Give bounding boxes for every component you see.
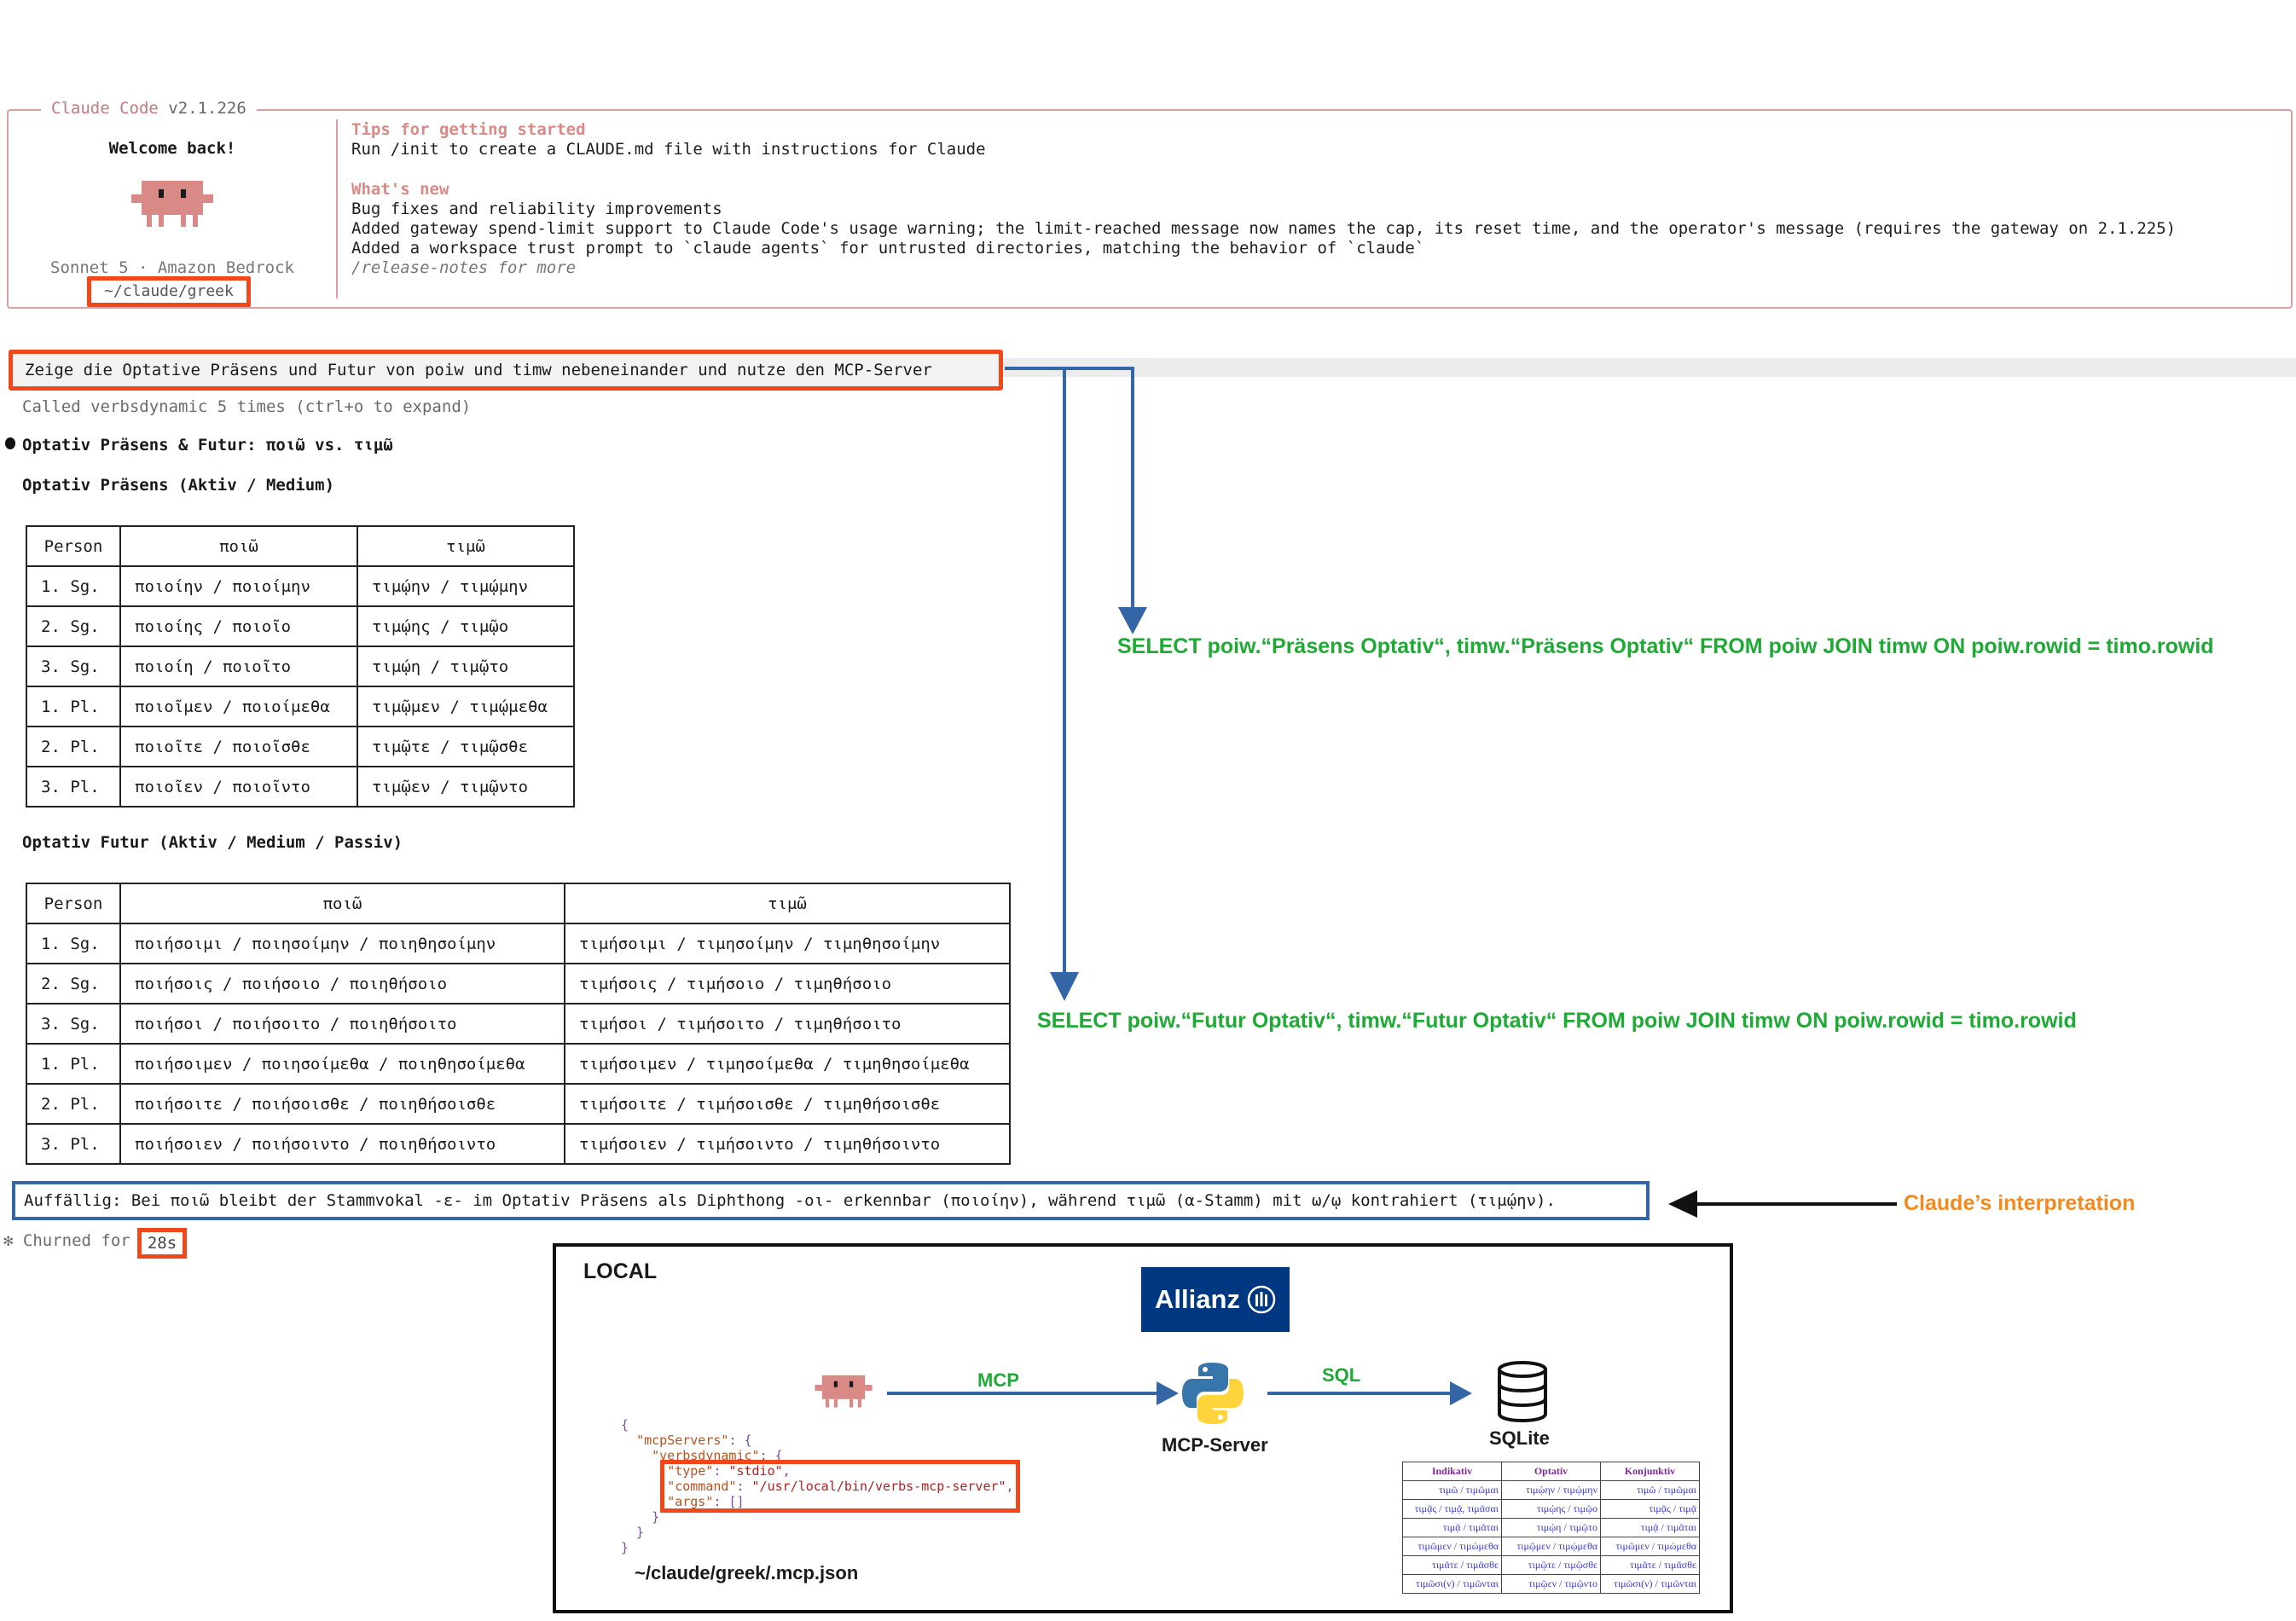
column-header: Indikativ: [1402, 1462, 1502, 1481]
claude-mascot-icon: [815, 1375, 873, 1408]
table-cell: τιμᾷς / τιμᾷ: [1600, 1499, 1700, 1519]
interpretation-label: Claude’s interpretation: [1904, 1191, 2136, 1215]
column-header: Optativ: [1501, 1462, 1601, 1481]
table-row: τιμῶ / τιμῶμαι τιμῴην / τιμῴμην τιμῶ / τιμ…: [1402, 1480, 1700, 1500]
sqlite-preview-table: Indikativ Optativ Konjunktiv τιμῶ / τιμῶ…: [1402, 1462, 1700, 1594]
interpretation-arrow: [1668, 1190, 1897, 1218]
allianz-wordmark: Allianz: [1155, 1284, 1240, 1314]
table-cell: τιμῴην / τιμῴμην: [1501, 1480, 1601, 1500]
table-row: τιμῶσι(ν) / τιμῶνται τιμῷεν / τιμῷντο τιμῶ…: [1402, 1574, 1700, 1594]
column-header: Konjunktiv: [1600, 1462, 1700, 1481]
sql-query-futur: SELECT poiw.“Futur Optativ“, timw.“Futur…: [1037, 1009, 2077, 1033]
table-header-row: Indikativ Optativ Konjunktiv: [1402, 1462, 1700, 1481]
table-cell: τιμᾷς / τιμᾷ, τιμᾶσαι: [1402, 1499, 1502, 1519]
json-highlight: [660, 1460, 1020, 1513]
diagram-title: LOCAL: [583, 1259, 658, 1283]
table-cell: τιμῷτε / τιμῷσθε: [1501, 1555, 1601, 1575]
sql-arrow-praesens: [1005, 367, 1147, 634]
allianz-eagle-icon: [1247, 1285, 1276, 1314]
table-cell: τιμᾶτε / τιμᾶσθε: [1600, 1555, 1700, 1575]
table-cell: τιμῴη / τιμῷτο: [1501, 1518, 1601, 1537]
table-cell: τιμῷεν / τιμῷντο: [1501, 1574, 1601, 1594]
database-icon: [1498, 1361, 1547, 1422]
sql-query-praesens: SELECT poiw.“Präsens Optativ“, timw.“Prä…: [1117, 634, 2214, 658]
sql-label: SQL: [1322, 1364, 1361, 1386]
allianz-logo: Allianz: [1141, 1267, 1290, 1332]
table-cell: τιμῶσι(ν) / τιμῶνται: [1402, 1574, 1502, 1594]
table-row: τιμᾶτε / τιμᾶσθε τιμῷτε / τιμῷσθε τιμᾶτε /…: [1402, 1555, 1700, 1575]
mcp-arrow: [887, 1381, 1179, 1405]
sqlite-label: SQLite: [1489, 1427, 1550, 1449]
table-cell: τιμῴης / τιμῷο: [1501, 1499, 1601, 1519]
table-cell: τιμῶμεν / τιμώμεθα: [1402, 1537, 1502, 1556]
sql-arrow-futur: [1005, 367, 1079, 1001]
table-row: τιμῶμεν / τιμώμεθα τιμῷμεν / τιμῴμεθα τιμῶ…: [1402, 1537, 1700, 1556]
table-cell: τιμῶσι(ν) / τιμῶνται: [1600, 1574, 1700, 1594]
table-cell: τιμᾷ / τιμᾶται: [1600, 1518, 1700, 1537]
table-cell: τιμῶ / τιμῶμαι: [1600, 1480, 1700, 1500]
mcp-label: MCP: [977, 1369, 1019, 1391]
table-row: τιμᾷς / τιμᾷ, τιμᾶσαι τιμῴης / τιμῷο τιμᾷς…: [1402, 1499, 1700, 1519]
table-cell: τιμᾶτε / τιμᾶσθε: [1402, 1555, 1502, 1575]
sql-arrow: [1267, 1381, 1472, 1405]
table-cell: τιμῶμεν / τιμώμεθα: [1600, 1537, 1700, 1556]
table-cell: τιμᾷ / τιμᾶται: [1402, 1518, 1502, 1537]
python-icon: [1182, 1363, 1244, 1424]
table-cell: τιμῶ / τιμῶμαι: [1402, 1480, 1502, 1500]
table-cell: τιμῷμεν / τιμῴμεθα: [1501, 1537, 1601, 1556]
mcp-server-label: MCP-Server: [1162, 1434, 1268, 1456]
config-path-label: ~/claude/greek/.mcp.json: [635, 1562, 859, 1583]
table-row: τιμᾷ / τιμᾶται τιμῴη / τιμῷτο τιμᾷ / τιμᾶτ…: [1402, 1518, 1700, 1537]
